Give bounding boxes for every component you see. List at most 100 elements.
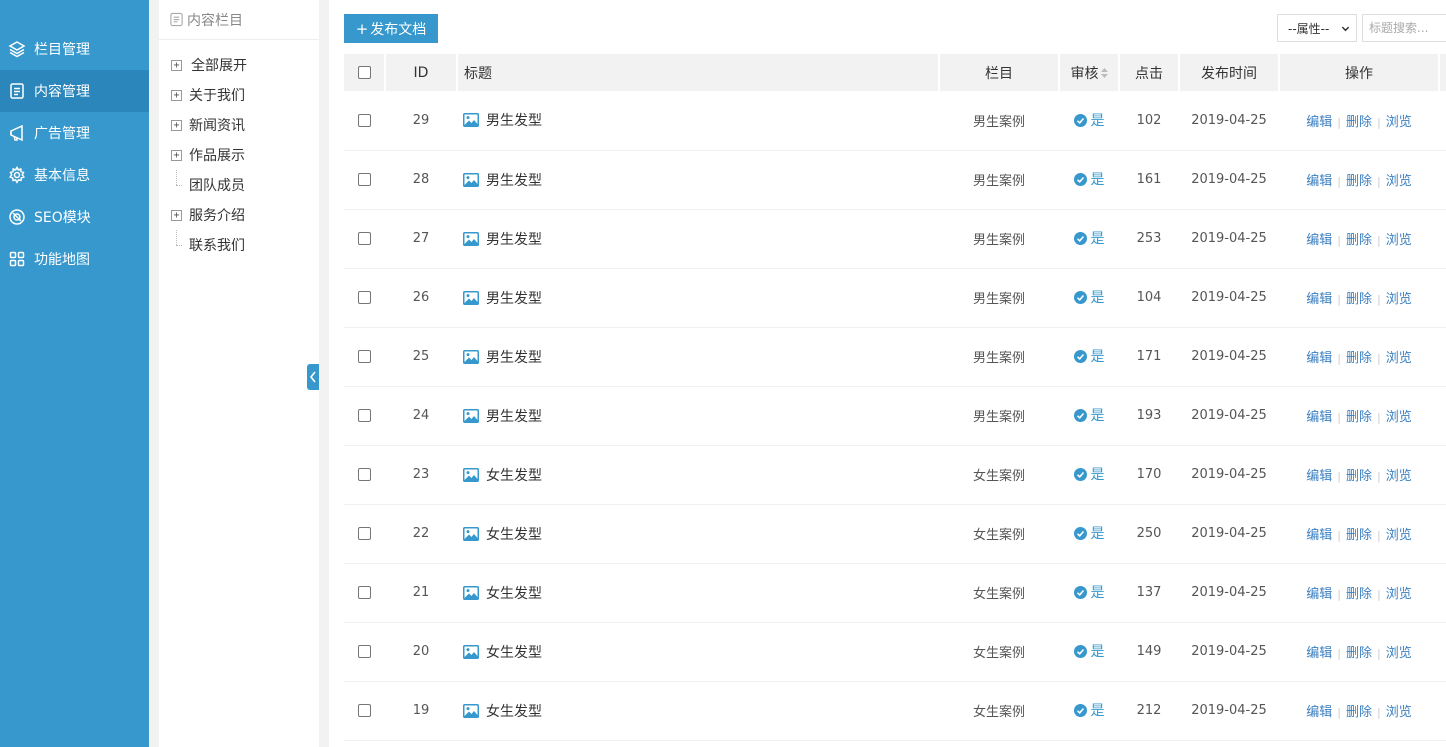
nav-item-ad-management[interactable]: 广告管理 [0, 112, 149, 154]
edit-link[interactable]: 编辑 [1306, 410, 1332, 425]
edit-link[interactable]: 编辑 [1306, 292, 1332, 307]
row-title-cell: 女生发型 [457, 445, 939, 505]
view-link[interactable]: 浏览 [1386, 233, 1412, 248]
tree-node-contact[interactable]: 联系我们 [159, 230, 319, 260]
delete-link[interactable]: 删除 [1346, 174, 1372, 189]
row-audit[interactable]: 是 [1073, 287, 1105, 307]
delete-link[interactable]: 删除 [1346, 705, 1372, 720]
row-checkbox[interactable] [358, 291, 371, 304]
row-checkbox[interactable] [358, 704, 371, 717]
table-row: 25 男生发型 男生案例 是 171 2019-04-25 编辑 | 删除 | 浏览 [344, 327, 1446, 387]
select-all-checkbox[interactable] [357, 66, 371, 79]
row-audit[interactable]: 是 [1073, 523, 1105, 543]
edit-link[interactable]: 编辑 [1306, 174, 1332, 189]
edit-link[interactable]: 编辑 [1306, 233, 1332, 248]
row-title[interactable]: 女生发型 [486, 704, 542, 720]
delete-link[interactable]: 删除 [1346, 587, 1372, 602]
row-spacer [1439, 445, 1446, 505]
row-checkbox[interactable] [358, 173, 371, 186]
row-title[interactable]: 女生发型 [486, 527, 542, 543]
row-title[interactable]: 男生发型 [486, 291, 542, 307]
row-title[interactable]: 女生发型 [486, 586, 542, 602]
collapse-tree-button[interactable] [307, 364, 319, 390]
edit-link[interactable]: 编辑 [1306, 587, 1332, 602]
nav-item-column-management[interactable]: 栏目管理 [0, 28, 149, 70]
table-row: 28 男生发型 男生案例 是 161 2019-04-25 编辑 | 删除 | 浏览 [344, 150, 1446, 210]
edit-link[interactable]: 编辑 [1306, 351, 1332, 366]
row-audit[interactable]: 是 [1073, 346, 1105, 366]
row-audit[interactable]: 是 [1073, 582, 1105, 602]
plus-icon[interactable]: + [171, 149, 182, 161]
row-checkbox[interactable] [358, 645, 371, 658]
row-checkbox[interactable] [358, 409, 371, 422]
row-audit[interactable]: 是 [1073, 169, 1105, 189]
delete-link[interactable]: 删除 [1346, 410, 1372, 425]
row-audit[interactable]: 是 [1073, 405, 1105, 425]
row-title[interactable]: 男生发型 [486, 173, 542, 189]
row-title[interactable]: 女生发型 [486, 645, 542, 661]
edit-link[interactable]: 编辑 [1306, 705, 1332, 720]
row-checkbox[interactable] [358, 468, 371, 481]
view-link[interactable]: 浏览 [1386, 469, 1412, 484]
delete-link[interactable]: 删除 [1346, 292, 1372, 307]
column-header-audit[interactable]: 审核 [1059, 54, 1120, 91]
tree-node-works[interactable]: + 作品展示 [159, 140, 319, 170]
row-title[interactable]: 男生发型 [486, 113, 542, 129]
tree-node-team[interactable]: 团队成员 [159, 170, 319, 200]
row-audit[interactable]: 是 [1073, 464, 1105, 484]
edit-link[interactable]: 编辑 [1306, 646, 1332, 661]
delete-link[interactable]: 删除 [1346, 646, 1372, 661]
view-link[interactable]: 浏览 [1386, 646, 1412, 661]
plus-icon[interactable]: + [171, 119, 182, 131]
view-link[interactable]: 浏览 [1386, 174, 1412, 189]
delete-link[interactable]: 删除 [1346, 233, 1372, 248]
attribute-select[interactable]: --属性-- [1277, 14, 1357, 42]
row-audit[interactable]: 是 [1073, 110, 1105, 130]
row-checkbox[interactable] [358, 350, 371, 363]
row-audit[interactable]: 是 [1073, 700, 1105, 720]
view-link[interactable]: 浏览 [1386, 587, 1412, 602]
plus-icon[interactable]: + [171, 89, 182, 101]
row-id: 24 [385, 386, 457, 446]
edit-link[interactable]: 编辑 [1306, 469, 1332, 484]
tree-node-about-us[interactable]: + 关于我们 [159, 80, 319, 110]
row-title[interactable]: 男生发型 [486, 232, 542, 248]
row-title[interactable]: 女生发型 [486, 468, 542, 484]
nav-item-seo[interactable]: SEO模块 [0, 196, 149, 238]
delete-link[interactable]: 删除 [1346, 528, 1372, 543]
row-checkbox[interactable] [358, 586, 371, 599]
plus-icon[interactable]: + [171, 59, 182, 71]
row-title[interactable]: 男生发型 [486, 409, 542, 425]
nav-item-basic-info[interactable]: 基本信息 [0, 154, 149, 196]
delete-link[interactable]: 删除 [1346, 469, 1372, 484]
row-id: 19 [385, 681, 457, 741]
plus-icon[interactable]: + [171, 209, 182, 221]
row-checkbox[interactable] [358, 232, 371, 245]
row-checkbox[interactable] [358, 113, 371, 127]
view-link[interactable]: 浏览 [1386, 292, 1412, 307]
row-ops: 编辑 | 删除 | 浏览 [1279, 386, 1439, 446]
view-link[interactable]: 浏览 [1386, 528, 1412, 543]
tree-node-services[interactable]: + 服务介绍 [159, 200, 319, 230]
nav-item-content-management[interactable]: 内容管理 [0, 70, 149, 112]
row-audit-label: 是 [1090, 467, 1105, 484]
delete-link[interactable]: 删除 [1346, 115, 1372, 130]
view-link[interactable]: 浏览 [1386, 115, 1412, 130]
view-link[interactable]: 浏览 [1386, 410, 1412, 425]
view-link[interactable]: 浏览 [1386, 351, 1412, 366]
publish-document-button[interactable]: + 发布文档 [344, 14, 438, 43]
edit-link[interactable]: 编辑 [1306, 528, 1332, 543]
row-audit[interactable]: 是 [1073, 641, 1105, 661]
edit-link[interactable]: 编辑 [1306, 115, 1332, 130]
row-spacer [1439, 386, 1446, 446]
row-column: 男生案例 [939, 209, 1059, 269]
tree-node-news[interactable]: + 新闻资讯 [159, 110, 319, 140]
view-link[interactable]: 浏览 [1386, 705, 1412, 720]
delete-link[interactable]: 删除 [1346, 351, 1372, 366]
title-search-input[interactable] [1362, 14, 1446, 42]
row-title[interactable]: 男生发型 [486, 350, 542, 366]
row-audit[interactable]: 是 [1073, 228, 1105, 248]
tree-expand-all[interactable]: + 全部展开 [159, 50, 319, 80]
nav-item-function-map[interactable]: 功能地图 [0, 238, 149, 280]
row-checkbox[interactable] [358, 527, 371, 540]
